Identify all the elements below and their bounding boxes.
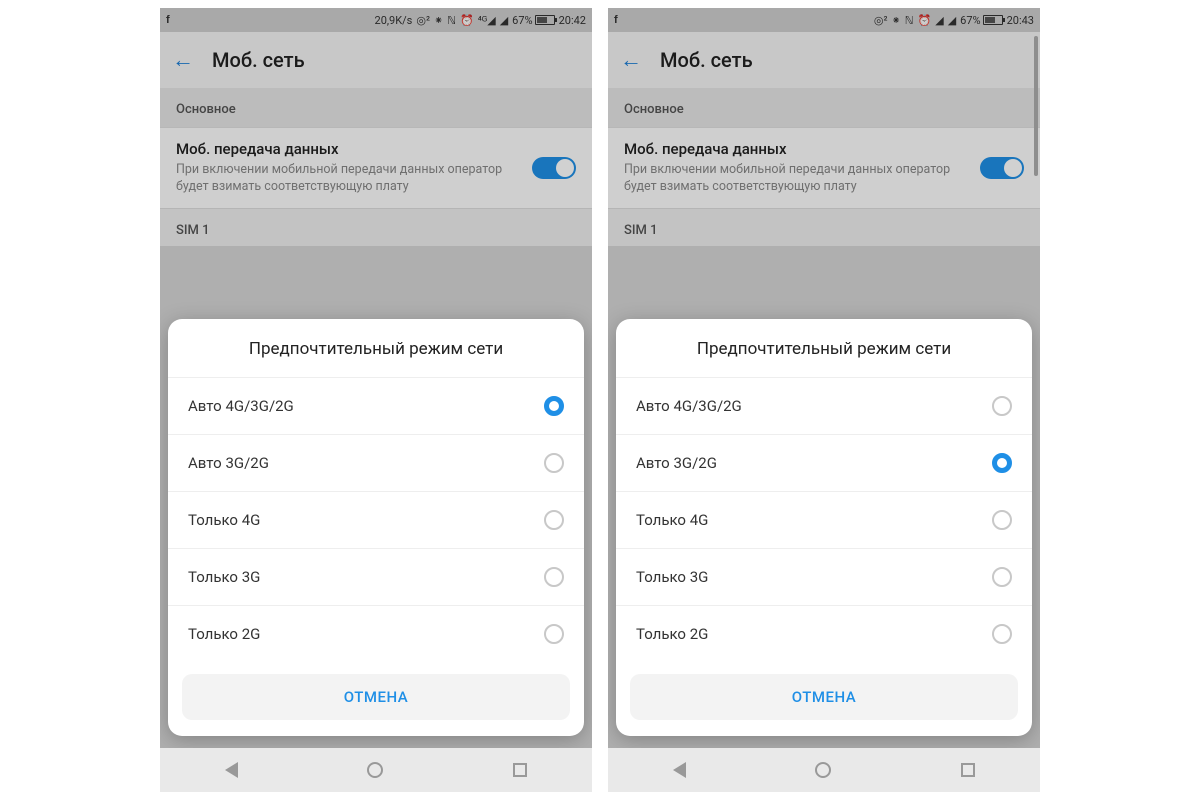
- option-only-2g[interactable]: Только 2G: [616, 605, 1032, 662]
- nav-bar: [160, 748, 592, 792]
- nav-home-icon[interactable]: [815, 762, 831, 778]
- option-auto-4g-3g-2g[interactable]: Авто 4G/3G/2G: [616, 377, 1032, 434]
- nav-bar: [608, 748, 1040, 792]
- option-label: Только 4G: [636, 511, 708, 529]
- radio-icon: [544, 510, 564, 530]
- option-label: Только 3G: [636, 568, 708, 586]
- dialog-title: Предпочтительный режим сети: [616, 319, 1032, 377]
- option-label: Только 4G: [188, 511, 260, 529]
- option-label: Авто 3G/2G: [188, 454, 269, 472]
- nav-recent-icon[interactable]: [513, 763, 527, 777]
- network-mode-dialog: Предпочтительный режим сети Авто 4G/3G/2…: [616, 319, 1032, 736]
- network-mode-dialog: Предпочтительный режим сети Авто 4G/3G/2…: [168, 319, 584, 736]
- phone-screenshot-left: f 20,9K/s ◎² ⁕ ℕ ⏰ ⁴ᴳ◢ ◢ 67% 20:42 ← Моб…: [0, 0, 600, 800]
- screen: f ◎² ⁕ ℕ ⏰ ◢ ◢ 67% 20:43 ← Моб. сеть Осн…: [608, 8, 1040, 792]
- option-label: Авто 4G/3G/2G: [188, 397, 294, 415]
- radio-icon: [992, 567, 1012, 587]
- option-auto-4g-3g-2g[interactable]: Авто 4G/3G/2G: [168, 377, 584, 434]
- nav-home-icon[interactable]: [367, 762, 383, 778]
- option-only-2g[interactable]: Только 2G: [168, 605, 584, 662]
- option-label: Авто 3G/2G: [636, 454, 717, 472]
- nav-recent-icon[interactable]: [961, 763, 975, 777]
- cancel-button[interactable]: ОТМЕНА: [630, 674, 1018, 720]
- cancel-button[interactable]: ОТМЕНА: [182, 674, 570, 720]
- dialog-title: Предпочтительный режим сети: [168, 319, 584, 377]
- nav-back-icon[interactable]: [225, 762, 238, 778]
- radio-icon: [544, 453, 564, 473]
- radio-icon: [544, 624, 564, 644]
- option-label: Только 2G: [188, 625, 260, 643]
- phone-screenshot-right: f ◎² ⁕ ℕ ⏰ ◢ ◢ 67% 20:43 ← Моб. сеть Осн…: [600, 0, 1200, 800]
- option-label: Только 3G: [188, 568, 260, 586]
- option-only-4g[interactable]: Только 4G: [168, 491, 584, 548]
- radio-icon: [992, 453, 1012, 473]
- nav-back-icon[interactable]: [673, 762, 686, 778]
- radio-icon: [992, 396, 1012, 416]
- screen: f 20,9K/s ◎² ⁕ ℕ ⏰ ⁴ᴳ◢ ◢ 67% 20:42 ← Моб…: [160, 8, 592, 792]
- option-label: Только 2G: [636, 625, 708, 643]
- option-only-4g[interactable]: Только 4G: [616, 491, 1032, 548]
- radio-icon: [544, 396, 564, 416]
- option-auto-3g-2g[interactable]: Авто 3G/2G: [616, 434, 1032, 491]
- radio-icon: [992, 624, 1012, 644]
- option-only-3g[interactable]: Только 3G: [616, 548, 1032, 605]
- radio-icon: [992, 510, 1012, 530]
- option-only-3g[interactable]: Только 3G: [168, 548, 584, 605]
- option-label: Авто 4G/3G/2G: [636, 397, 742, 415]
- option-auto-3g-2g[interactable]: Авто 3G/2G: [168, 434, 584, 491]
- radio-icon: [544, 567, 564, 587]
